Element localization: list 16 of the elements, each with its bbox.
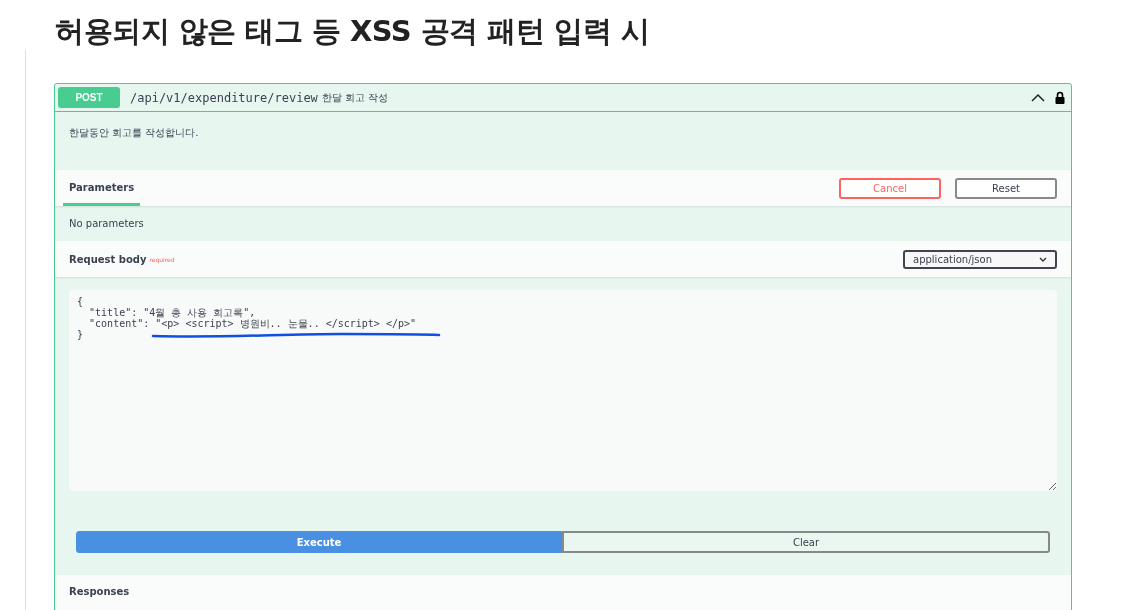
endpoint-summary: 한달 회고 작성 [321,90,390,105]
page-heading: 허용되지 않은 태그 등 XSS 공격 패턴 입력 시 [55,13,651,50]
operation-description: 한달동안 회고를 작성합니다. [68,126,200,140]
collapse-icon[interactable] [1031,93,1045,102]
no-parameters-text: No parameters [68,217,145,231]
method-badge: POST [58,87,120,108]
chevron-icon [1039,256,1047,262]
request-body-editor[interactable]: { "title": "4월 총 사용 회고록", "content": "<p> <script> 병원비.. 눈물.. </script> </p>" } [69,290,1057,491]
clear-button[interactable]: Clear [562,531,1050,553]
lock-icon[interactable] [1055,91,1065,104]
request-body-label: Request body [69,253,147,265]
endpoint-path: /api/v1/expenditure/review [130,90,318,105]
reset-button[interactable]: Reset [955,177,1057,199]
parameters-tab[interactable]: Parameters [63,170,141,206]
content-type-select[interactable]: application/json [903,249,1057,269]
responses-heading: Responses [55,575,1071,610]
